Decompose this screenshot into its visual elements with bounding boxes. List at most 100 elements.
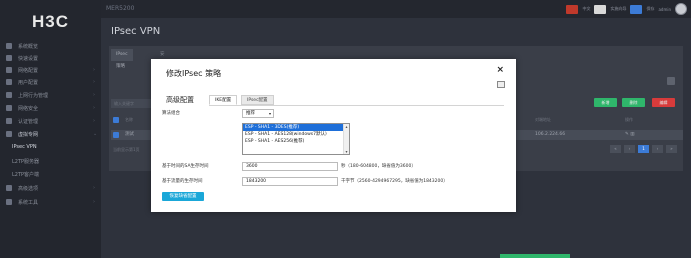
pager-current[interactable]: 1: [638, 145, 649, 153]
chevron-down-icon: ⌄: [93, 131, 98, 137]
column-name: 名称: [125, 117, 133, 122]
language-flag-icon[interactable]: [566, 4, 579, 14]
minimize-icon[interactable]: [497, 81, 505, 88]
quick-setup-icon: [6, 55, 12, 61]
tools-icon: [6, 199, 12, 205]
row-name: 测试: [125, 132, 134, 137]
pager-prev[interactable]: ‹: [624, 145, 635, 153]
traffic-label: 基于流量的生存时间: [162, 179, 203, 184]
restore-defaults-button[interactable]: 恢复缺省配置: [162, 192, 204, 201]
sidebar-item-overview[interactable]: 系统概览: [0, 40, 101, 52]
pager-next[interactable]: ›: [652, 145, 663, 153]
algo-label: 算法组合: [162, 111, 180, 116]
traffic-hint: 千字节（2560-4294967295，缺省值为1843200）: [341, 179, 448, 184]
sidebar-item-label: 网络安全: [18, 105, 39, 112]
sidebar-item-advanced[interactable]: 高级选项 ›: [0, 182, 101, 194]
pager-last[interactable]: »: [666, 145, 677, 153]
h3c-logo: H3C: [31, 12, 69, 31]
listbox-scrollbar[interactable]: ▴ ▾: [343, 124, 349, 154]
algo-option[interactable]: ESP - SHA1 - AES256(推荐): [243, 138, 349, 145]
save-label[interactable]: 保存: [646, 6, 654, 12]
export-icon[interactable]: [667, 77, 675, 85]
add-button[interactable]: 新增: [594, 98, 617, 107]
chevron-right-icon: ›: [93, 92, 95, 98]
tab-divider: [209, 105, 504, 106]
time-label: 基于时间的SA生存时间: [162, 164, 209, 169]
overview-icon: [6, 43, 12, 49]
wizard-icon[interactable]: [594, 4, 607, 14]
sidebar-item-label: 虚拟专网: [18, 131, 39, 138]
sidebar-item-label: 用户配置: [18, 79, 39, 86]
sidebar-item-label: IPsec VPN: [12, 144, 37, 150]
chevron-right-icon: ›: [93, 185, 95, 191]
sidebar-item-behavior[interactable]: 上网行为管理 ›: [0, 89, 101, 101]
close-icon[interactable]: ×: [496, 65, 504, 75]
chevron-right-icon: ›: [93, 199, 95, 205]
sidebar-item-l2tp-client[interactable]: L2TP客户端: [0, 168, 101, 180]
tab-ipsec-config[interactable]: IPsec配置: [241, 95, 274, 105]
sidebar-item-label: L2TP服务器: [12, 158, 40, 165]
behavior-icon: [6, 92, 12, 98]
save-icon[interactable]: [630, 4, 643, 14]
sidebar-item-security[interactable]: 网络安全 ›: [0, 102, 101, 114]
section-title: 高级配置: [166, 96, 194, 104]
user-icon: [6, 79, 12, 85]
row-peer: 106.2.224.66: [535, 132, 566, 137]
row-checkbox[interactable]: [113, 132, 119, 138]
sidebar-item-label: 系统工具: [18, 199, 39, 206]
scroll-down-icon[interactable]: ▾: [344, 149, 349, 154]
sidebar-item-label: 高级选项: [18, 185, 39, 192]
tab-ipsec-policy[interactable]: IPsec策略: [111, 49, 133, 69]
wifi-icon: [6, 67, 12, 73]
algo-select[interactable]: 推荐 ▾: [242, 109, 274, 118]
algo-option[interactable]: ESP - SHA1 - AES128(windows7默认): [243, 131, 349, 138]
pager-first[interactable]: «: [610, 145, 621, 153]
page-title: IPsec VPN: [111, 26, 161, 37]
column-actions: 操作: [625, 117, 633, 122]
sidebar-item-label: 快速设置: [18, 55, 39, 62]
language-label[interactable]: 中文: [582, 6, 590, 12]
sidebar-item-ipsec-vpn[interactable]: IPsec VPN: [0, 141, 101, 153]
row-edit-icon[interactable]: ✎ ▥: [625, 130, 634, 140]
chevron-right-icon: ›: [93, 79, 95, 85]
sidebar-item-l2tp-server[interactable]: L2TP服务器: [0, 155, 101, 167]
sidebar-item-network[interactable]: 网络配置 ›: [0, 64, 101, 76]
sidebar: H3C 系统概览 快速设置 网络配置 › 用户配置 › 上网行为管理 › 网络安全 › …: [0, 0, 101, 258]
algo-option[interactable]: ESP - SHA1 - 3DES(推荐): [243, 124, 349, 131]
advanced-icon: [6, 185, 12, 191]
scroll-up-icon[interactable]: ▴: [344, 124, 349, 129]
pagination: « ‹ 1 › »: [610, 145, 677, 153]
select-all-checkbox[interactable]: [113, 117, 119, 123]
chevron-right-icon: ›: [93, 105, 95, 111]
sa-lifetime-seconds-input[interactable]: 3600: [242, 162, 338, 171]
vpn-icon: [6, 131, 12, 137]
sidebar-item-tools[interactable]: 系统工具 ›: [0, 196, 101, 208]
time-hint: 秒（180-604800，缺省值为3600）: [341, 164, 416, 169]
sidebar-item-label: 系统概览: [18, 43, 39, 50]
chevron-right-icon: ›: [93, 67, 95, 73]
sidebar-item-label: L2TP客户端: [12, 171, 40, 178]
username[interactable]: admin: [658, 7, 671, 12]
tab-ike-config[interactable]: IKE配置: [209, 95, 238, 105]
sidebar-item-auth[interactable]: 认证管理 ›: [0, 115, 101, 127]
top-bar: MER5200 中文 实施向导 保存 admin: [101, 0, 691, 18]
algo-listbox[interactable]: ESP - SHA1 - 3DES(推荐) ESP - SHA1 - AES12…: [242, 123, 350, 155]
edit-ipsec-policy-dialog: 修改IPsec 策略 × 高级配置 IKE配置 IPsec配置 算法组合 推荐 …: [151, 59, 516, 212]
column-peer: 对端地址: [535, 117, 551, 122]
sidebar-item-users[interactable]: 用户配置 ›: [0, 76, 101, 88]
device-name: MER5200: [106, 5, 135, 12]
chevron-right-icon: ›: [93, 118, 95, 124]
chevron-down-icon: ▾: [268, 111, 271, 116]
sidebar-item-quick-setup[interactable]: 快速设置: [0, 52, 101, 64]
sidebar-item-vpn[interactable]: 虚拟专网 ⌄: [0, 128, 101, 140]
sa-lifetime-traffic-input[interactable]: 1843200: [242, 177, 338, 186]
sidebar-item-label: 认证管理: [18, 118, 39, 125]
avatar[interactable]: [675, 3, 687, 15]
delete-button-bg[interactable]: 删除: [622, 98, 645, 107]
wizard-label[interactable]: 实施向导: [610, 6, 626, 12]
shield-icon: [6, 105, 12, 111]
edit-button[interactable]: 编辑: [652, 98, 675, 107]
sidebar-item-label: 网络配置: [18, 67, 39, 74]
top-toolbar: 中文 实施向导 保存 admin: [566, 2, 687, 16]
status-strip: [500, 254, 570, 258]
